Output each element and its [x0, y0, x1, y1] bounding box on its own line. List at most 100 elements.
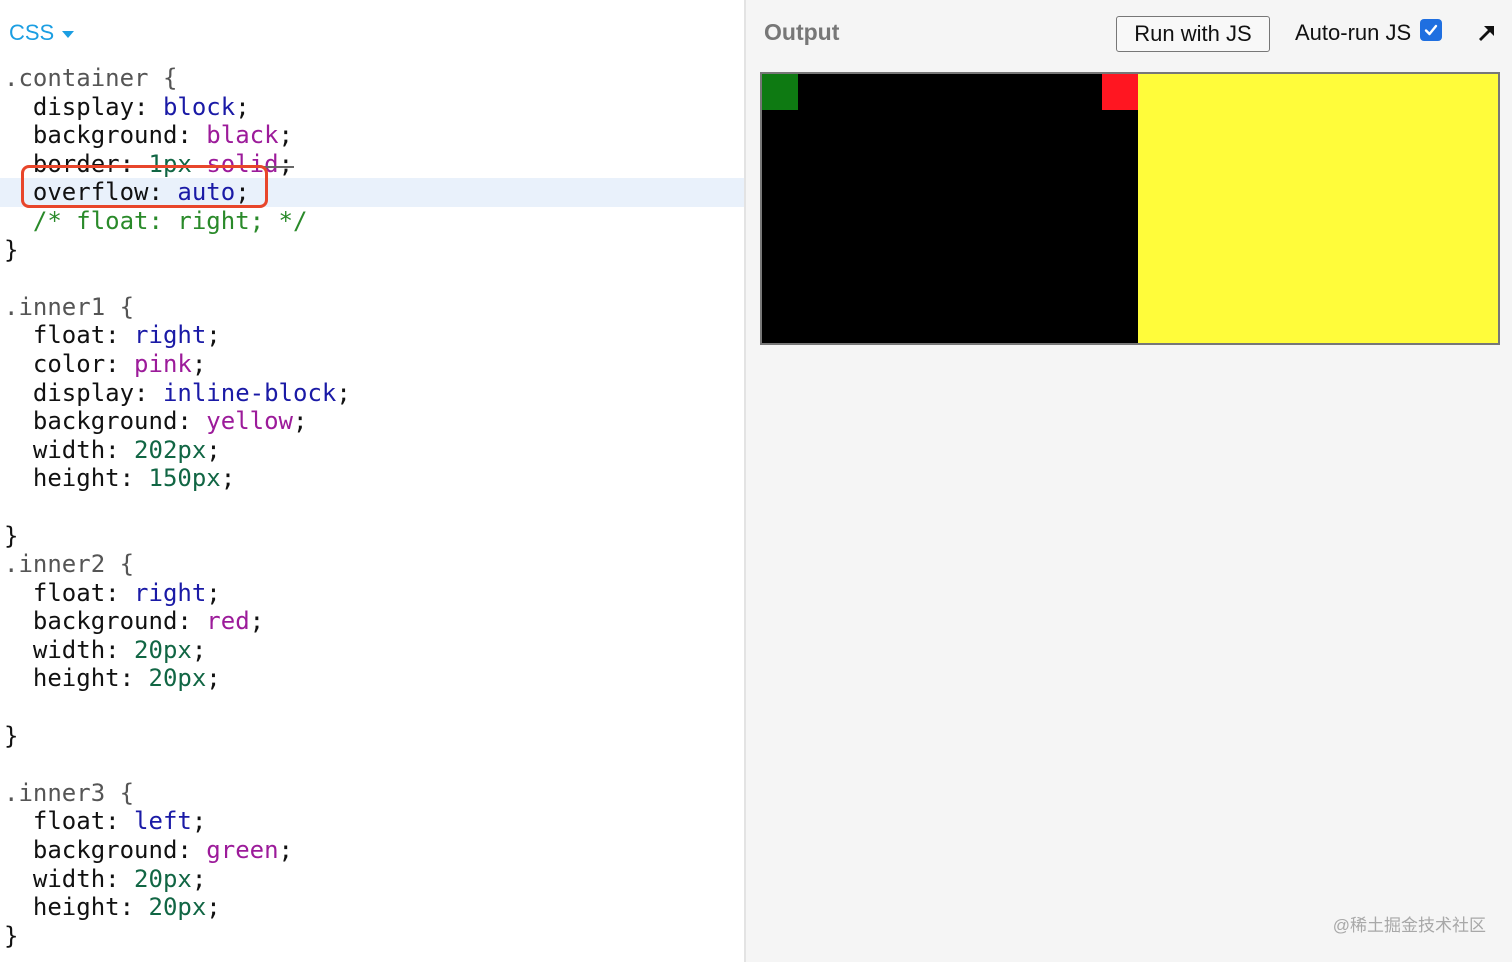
code-token: width:: [4, 864, 135, 893]
code-line[interactable]: [0, 750, 744, 779]
code-line[interactable]: height: 150px;: [0, 464, 744, 493]
code-editor[interactable]: CSS .container { display: block; backgro…: [0, 0, 744, 962]
code-token: 20px: [134, 635, 192, 664]
output-pane: Output Run with JS Auto-run JS @稀土掘金技术社区: [746, 0, 1512, 962]
code-token: }: [4, 521, 19, 550]
autorun-toggle[interactable]: Auto-run JS: [1295, 19, 1443, 46]
checkmark-icon: [1424, 24, 1438, 36]
code-token: ;: [191, 349, 207, 378]
code-token: overflow:: [4, 178, 178, 207]
code-token: ;: [278, 149, 294, 178]
code-token: ;: [293, 407, 308, 436]
code-token: .inner2 {: [4, 550, 135, 579]
code-line[interactable]: [0, 493, 744, 522]
autorun-label: Auto-run JS: [1295, 20, 1412, 45]
code-token: display:: [4, 378, 163, 407]
code-token: pink: [134, 349, 192, 378]
code-token: width:: [4, 635, 135, 664]
code-line[interactable]: background: green;: [0, 836, 744, 865]
code-line[interactable]: display: block;: [0, 93, 744, 122]
code-token: ;: [206, 578, 221, 607]
code-line[interactable]: float: right;: [0, 579, 744, 608]
code-token: ;: [206, 664, 221, 693]
code-token: 1px: [148, 149, 192, 178]
code-token: right: [134, 321, 207, 350]
code-token: ;: [220, 464, 236, 493]
code-token: float:: [4, 321, 135, 350]
code-line[interactable]: .container {: [0, 64, 744, 93]
code-token: ;: [235, 92, 250, 121]
code-line[interactable]: }: [0, 236, 744, 265]
code-line[interactable]: }: [0, 522, 744, 551]
code-token: }: [4, 721, 19, 750]
code-token: background:: [4, 121, 207, 150]
code-token: ;: [249, 607, 265, 636]
code-token: 20px: [134, 864, 192, 893]
code-line[interactable]: [0, 264, 744, 293]
code-line[interactable]: .inner2 {: [0, 550, 744, 579]
code-line[interactable]: background: black;: [0, 121, 744, 150]
code-line[interactable]: width: 20px;: [0, 865, 744, 894]
code-line[interactable]: [0, 693, 744, 722]
code-token: black: [206, 121, 279, 150]
code-token: ;: [278, 121, 293, 150]
code-token: yellow: [206, 407, 293, 436]
open-in-new-window-icon[interactable]: [1476, 22, 1498, 44]
code-token: /* float: right; */: [4, 206, 308, 235]
code-token: .inner1 {: [4, 292, 135, 321]
code-token: background:: [4, 836, 207, 865]
code-line[interactable]: display: inline-block;: [0, 379, 744, 408]
code-line[interactable]: .inner1 {: [0, 293, 744, 322]
code-line[interactable]: width: 20px;: [0, 636, 744, 665]
code-line[interactable]: background: red;: [0, 607, 744, 636]
code-token: red: [206, 607, 250, 636]
code-token: ;: [191, 807, 207, 836]
code-line[interactable]: float: left;: [0, 807, 744, 836]
code-token: float:: [4, 807, 135, 836]
code-token: ;: [235, 178, 250, 207]
code-token: ;: [206, 435, 221, 464]
code-line[interactable]: overflow: auto;: [0, 178, 744, 207]
code-line[interactable]: height: 20px;: [0, 893, 744, 922]
watermark: @稀土掘金技术社区: [1332, 916, 1486, 935]
code-lines[interactable]: .container { display: block; background:…: [0, 64, 744, 950]
code-token: ;: [336, 378, 351, 407]
code-token: ;: [191, 864, 207, 893]
code-line[interactable]: }: [0, 922, 744, 951]
render-frame[interactable]: [760, 72, 1500, 345]
code-line[interactable]: height: 20px;: [0, 664, 744, 693]
code-token: ;: [206, 321, 221, 350]
run-with-js-button[interactable]: Run with JS: [1116, 16, 1270, 52]
code-line[interactable]: color: pink;: [0, 350, 744, 379]
code-line[interactable]: /* float: right; */: [0, 207, 744, 236]
code-line[interactable]: background: yellow;: [0, 407, 744, 436]
code-line[interactable]: border: 1px solid;: [0, 150, 744, 179]
code-token: ;: [191, 635, 207, 664]
code-line[interactable]: width: 202px;: [0, 436, 744, 465]
caret-down-icon: [62, 31, 75, 38]
code-token: 202px: [134, 435, 207, 464]
code-token: .inner3 {: [4, 778, 135, 807]
strikethrough-mark: [34, 165, 294, 168]
autorun-checkbox[interactable]: [1420, 19, 1443, 41]
code-token: 20px: [148, 664, 207, 693]
code-token: background:: [4, 607, 207, 636]
code-token: background:: [4, 407, 207, 436]
code-token: green: [206, 836, 279, 865]
code-token: solid: [206, 149, 279, 178]
code-token: }: [4, 235, 19, 264]
code-token: float:: [4, 578, 135, 607]
code-token: width:: [4, 435, 135, 464]
language-label: CSS: [9, 20, 55, 45]
code-line[interactable]: float: right;: [0, 321, 744, 350]
output-title: Output: [764, 19, 840, 45]
code-token: 150px: [148, 464, 221, 493]
code-token: left: [134, 807, 192, 836]
code-line[interactable]: }: [0, 722, 744, 751]
code-token: right: [134, 578, 207, 607]
inner2-box: [1102, 74, 1138, 110]
code-line[interactable]: .inner3 {: [0, 779, 744, 808]
inner3-box: [762, 74, 798, 110]
language-selector[interactable]: CSS: [9, 17, 75, 49]
